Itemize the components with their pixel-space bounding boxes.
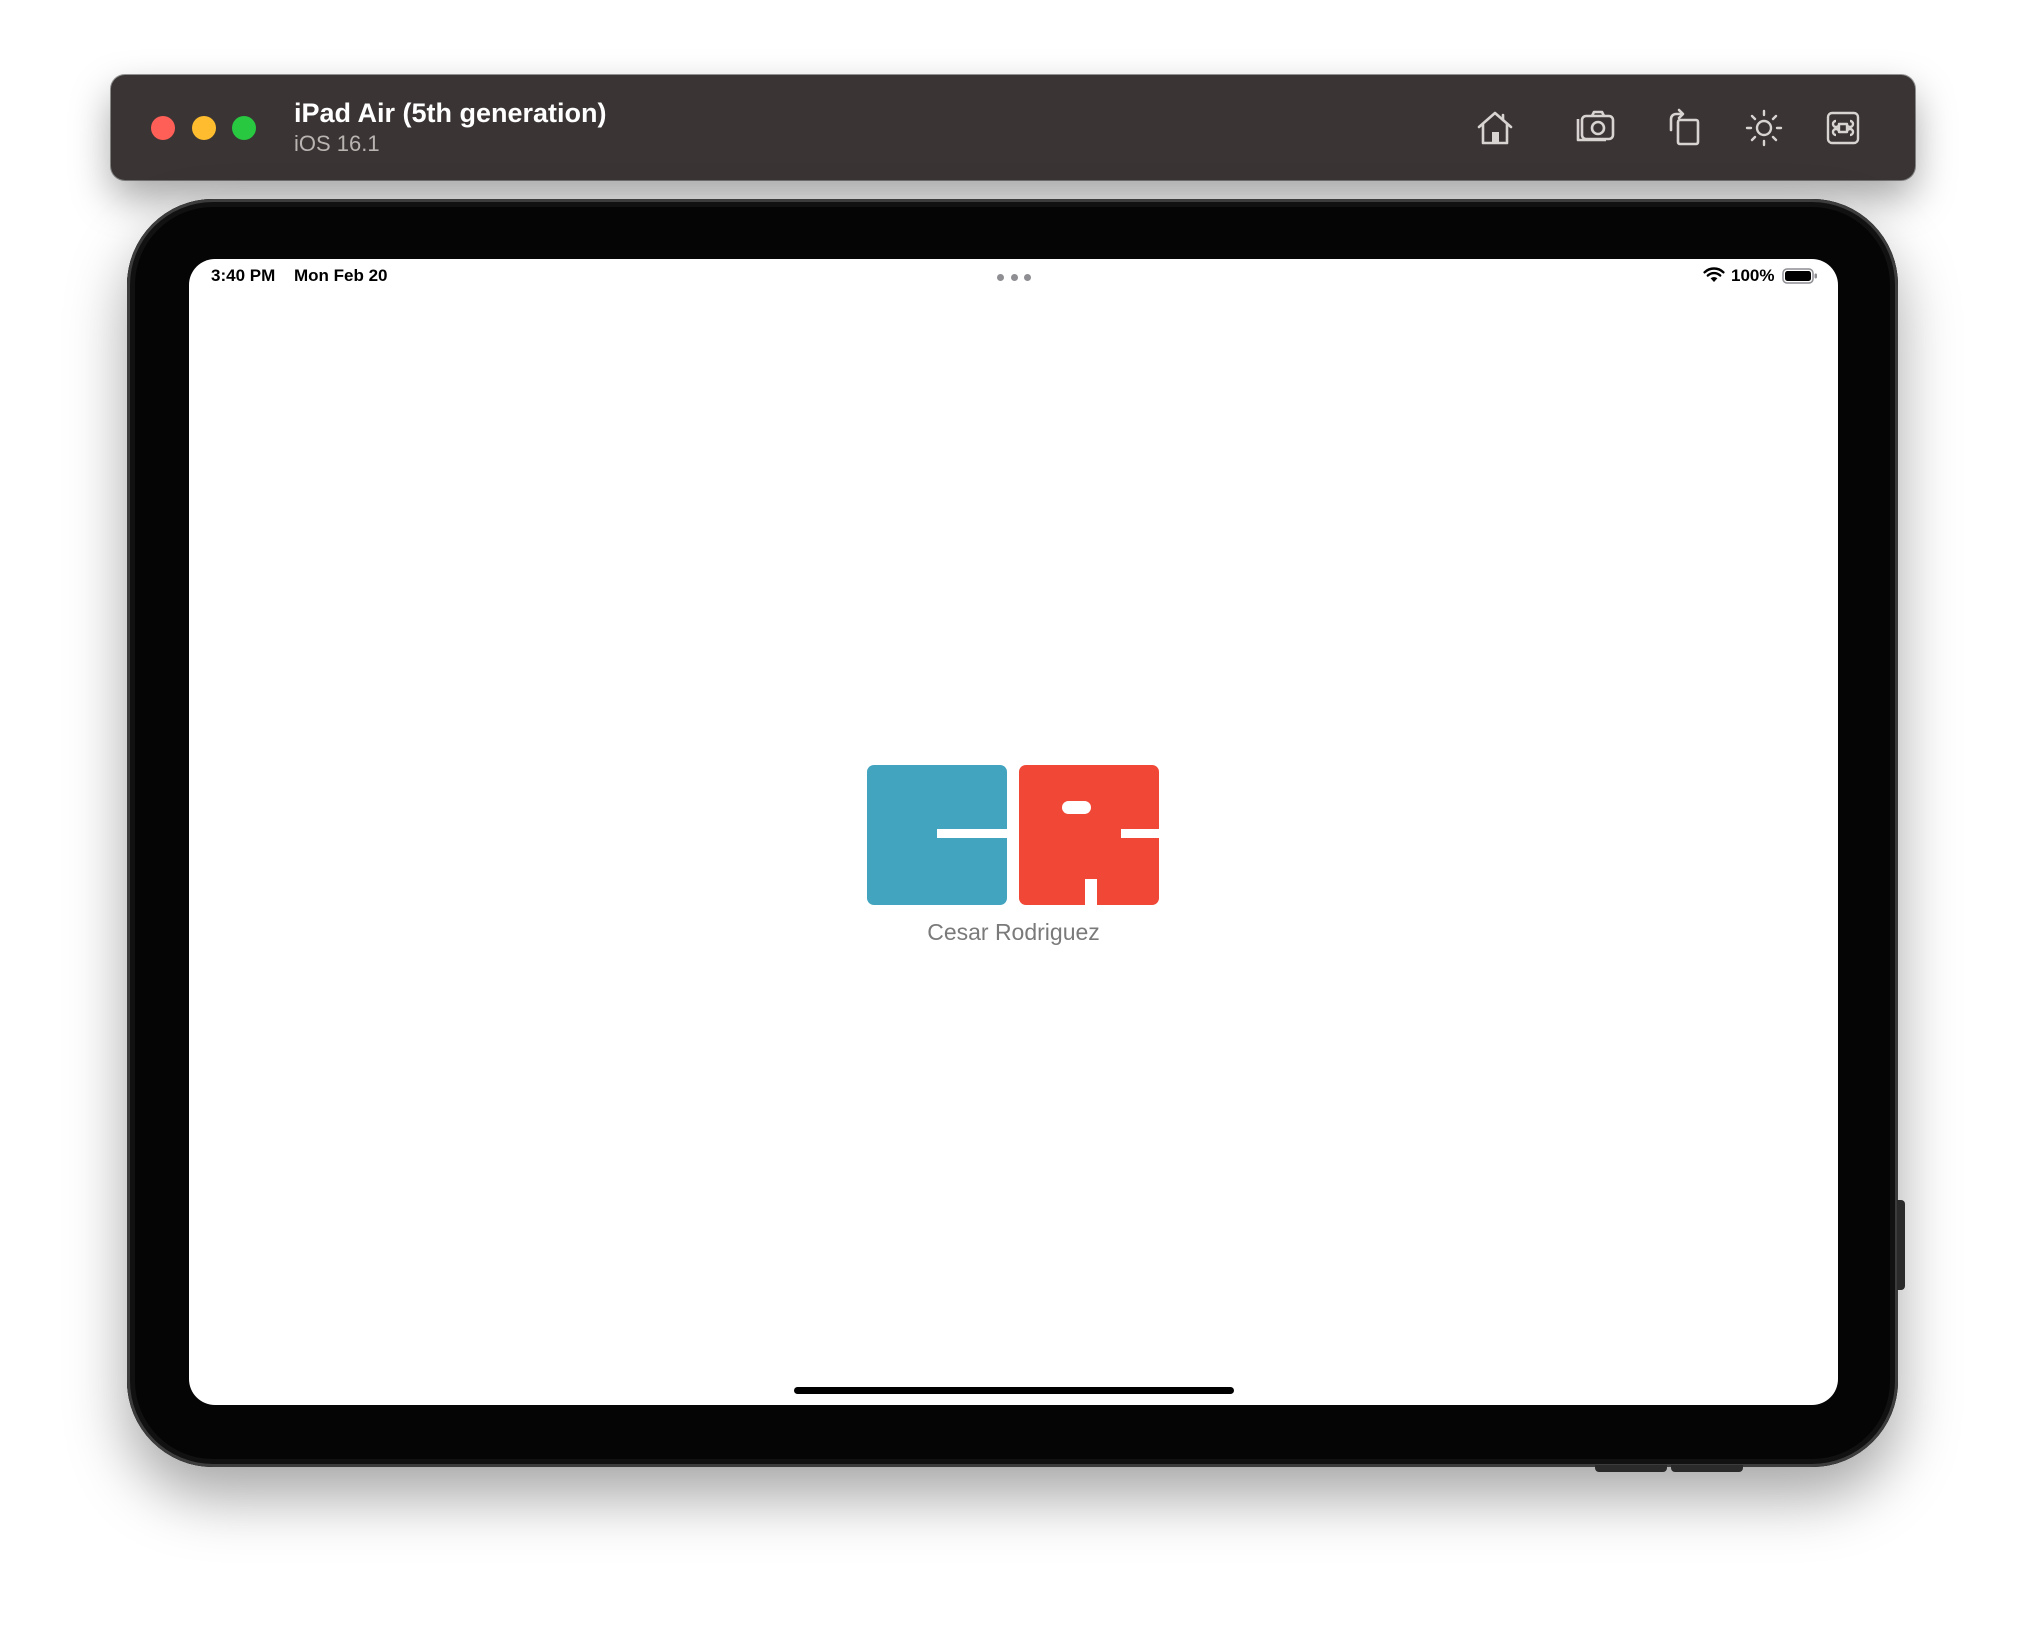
rotate-button[interactable] bbox=[1656, 100, 1712, 156]
dot-icon bbox=[1024, 274, 1031, 281]
screenshot-button[interactable] bbox=[1567, 100, 1623, 156]
ipad-screen[interactable]: 3:40 PM Mon Feb 20 100% Cesar Rodriguez bbox=[189, 259, 1838, 1405]
appearance-button[interactable] bbox=[1736, 100, 1792, 156]
command-button[interactable] bbox=[1815, 100, 1871, 156]
status-time: 3:40 PM bbox=[211, 266, 276, 285]
cr-logo bbox=[867, 765, 1159, 905]
status-date: Mon Feb 20 bbox=[294, 266, 388, 285]
volume-down-button[interactable] bbox=[1671, 1465, 1743, 1472]
battery-percentage: 100% bbox=[1731, 266, 1775, 285]
os-version: iOS 16.1 bbox=[294, 131, 380, 156]
dot-icon bbox=[1010, 274, 1018, 281]
zoom-window-button[interactable] bbox=[232, 116, 256, 140]
logo-caption: Cesar Rodriguez bbox=[927, 919, 1100, 945]
simulator-stage: iPad Air (5th generation) iOS 16.1 3:40 … bbox=[0, 0, 2026, 1632]
sun-icon bbox=[1745, 109, 1783, 147]
camera-icon bbox=[1576, 110, 1615, 142]
top-button[interactable] bbox=[1897, 1200, 1905, 1290]
home-icon bbox=[1477, 111, 1513, 145]
multitasking-menu[interactable] bbox=[997, 274, 1031, 282]
minimize-window-button[interactable] bbox=[192, 116, 216, 140]
close-window-button[interactable] bbox=[151, 116, 175, 140]
dot-icon bbox=[997, 274, 1004, 281]
home-button[interactable] bbox=[1467, 100, 1523, 156]
battery-icon bbox=[1782, 268, 1817, 284]
rotate-icon bbox=[1669, 108, 1700, 146]
device-name: iPad Air (5th generation) bbox=[294, 98, 607, 128]
wifi-icon bbox=[1703, 267, 1725, 282]
home-indicator[interactable] bbox=[794, 1387, 1234, 1394]
volume-up-button[interactable] bbox=[1595, 1465, 1667, 1472]
command-icon bbox=[1826, 111, 1860, 145]
